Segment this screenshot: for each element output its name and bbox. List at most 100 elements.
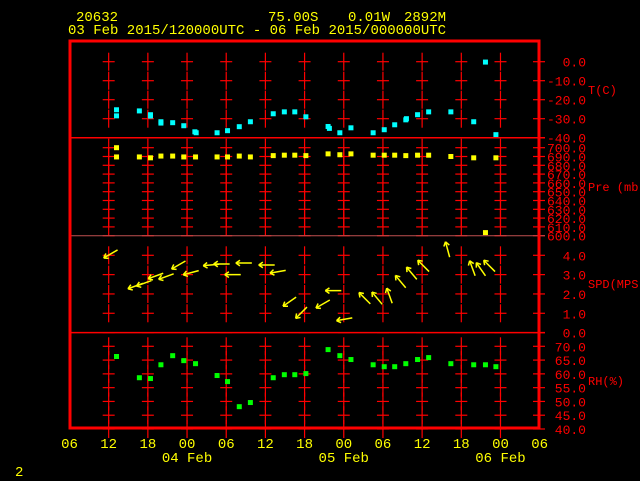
wind-arrow — [270, 270, 286, 276]
x-tick-label: 06 — [375, 437, 392, 453]
wind-arrow — [407, 267, 417, 279]
panel-label: Pre (mb) — [588, 181, 640, 195]
relative_humidity-point — [326, 347, 331, 352]
wind-arrow-shaft — [359, 293, 370, 304]
relative_humidity-point — [271, 375, 276, 380]
temperature-point — [137, 108, 142, 113]
wind-arrow — [325, 288, 341, 294]
relative_humidity-point — [181, 358, 186, 363]
wind-arrow — [359, 293, 370, 304]
pressure-point — [137, 154, 142, 159]
panel-pressure: 700.0690.0680.0670.0660.0650.0640.0630.0… — [103, 139, 640, 245]
relative_humidity-point — [415, 357, 420, 362]
pressure-point — [415, 153, 420, 158]
temperature-point — [337, 130, 342, 135]
wind-arrow — [395, 275, 405, 287]
pressure-point — [348, 151, 353, 156]
relative_humidity-point — [170, 353, 175, 358]
pressure-point — [158, 154, 163, 159]
temperature-point — [148, 114, 153, 119]
relative_humidity-point — [114, 354, 119, 359]
x-date-label: 04 Feb — [162, 451, 212, 467]
x-tick-label: 06 — [61, 437, 78, 453]
wind-arrow-head — [159, 279, 164, 280]
wind-arrow-head — [359, 293, 360, 298]
pressure-point — [403, 153, 408, 158]
wind-arrow — [418, 260, 429, 271]
wind-arrow-shaft — [484, 260, 495, 271]
wind-arrow — [283, 297, 296, 306]
wind-arrow — [136, 281, 151, 288]
temperature-point — [282, 109, 287, 114]
y-tick-label: 2.0 — [563, 288, 586, 303]
relative_humidity-point — [493, 364, 498, 369]
panel-label: SPD(MPS) — [588, 278, 640, 292]
relative_humidity-point — [348, 357, 353, 362]
x-tick-label: 06 — [531, 437, 548, 453]
temperature-point — [114, 113, 119, 118]
pressure-point — [170, 154, 175, 159]
y-tick-label: 40.0 — [555, 423, 586, 438]
x-date-label: 06 Feb — [475, 451, 525, 467]
pressure-point — [426, 153, 431, 158]
pressure-point — [148, 155, 153, 160]
temperature-point — [483, 60, 488, 65]
y-tick-label: -20.0 — [547, 94, 586, 109]
pressure-point — [392, 153, 397, 158]
temperature-point — [237, 124, 242, 129]
wind-arrow-shaft — [395, 275, 405, 287]
wind-arrow — [444, 242, 450, 257]
pressure-point — [337, 152, 342, 157]
pressure-point — [483, 230, 488, 235]
y-tick-label: 65.0 — [555, 354, 586, 369]
wind-arrow — [214, 261, 230, 267]
temperature-point — [415, 112, 420, 117]
wind-arrow — [468, 261, 475, 276]
temperature-point — [271, 111, 276, 116]
relative_humidity-point — [382, 364, 387, 369]
temperature-point — [426, 109, 431, 114]
wind-arrow — [183, 271, 198, 277]
temperature-point — [371, 130, 376, 135]
wind-arrow-head — [296, 317, 301, 318]
x-tick-label: 12 — [100, 437, 117, 453]
temperature-point — [382, 127, 387, 132]
wind-arrow — [484, 260, 495, 271]
x-tick-label: 12 — [414, 437, 431, 453]
relative_humidity-point — [483, 362, 488, 367]
temperature-point — [181, 123, 186, 128]
pressure-point — [248, 154, 253, 159]
wind-arrow-head — [337, 321, 342, 323]
pressure-point — [282, 153, 287, 158]
pressure-point — [471, 155, 476, 160]
relative_humidity-point — [371, 362, 376, 367]
relative_humidity-point — [292, 372, 297, 377]
relative_humidity-point — [148, 376, 153, 381]
temperature-point — [248, 119, 253, 124]
y-tick-label: 50.0 — [555, 395, 586, 410]
panel-relative_humidity: 70.065.060.055.050.045.040.0RH(%) — [103, 337, 624, 438]
panel-label: T(C) — [588, 84, 617, 98]
wind-arrow-head — [484, 260, 485, 265]
temperature-point — [225, 128, 230, 133]
pressure-point — [292, 153, 297, 158]
x-tick-label: 18 — [139, 437, 156, 453]
pressure-point — [181, 154, 186, 159]
wind-arrow-shaft — [407, 267, 417, 279]
temperature-point — [215, 130, 220, 135]
y-tick-label: 60.0 — [555, 368, 586, 383]
y-tick-label: 600.0 — [547, 230, 586, 245]
relative_humidity-point — [403, 361, 408, 366]
relative_humidity-point — [225, 379, 230, 384]
wind-arrow — [104, 250, 118, 258]
x-tick-label: 12 — [257, 437, 274, 453]
pressure-point — [326, 151, 331, 156]
pressure-point — [215, 154, 220, 159]
y-tick-label: 0.0 — [563, 56, 586, 71]
relative_humidity-point — [448, 361, 453, 366]
x-date-label: 05 Feb — [319, 451, 369, 467]
x-tick-label: 06 — [218, 437, 235, 453]
relative_humidity-point — [215, 373, 220, 378]
wind-arrow-shaft — [418, 260, 429, 271]
temperature-point — [471, 119, 476, 124]
